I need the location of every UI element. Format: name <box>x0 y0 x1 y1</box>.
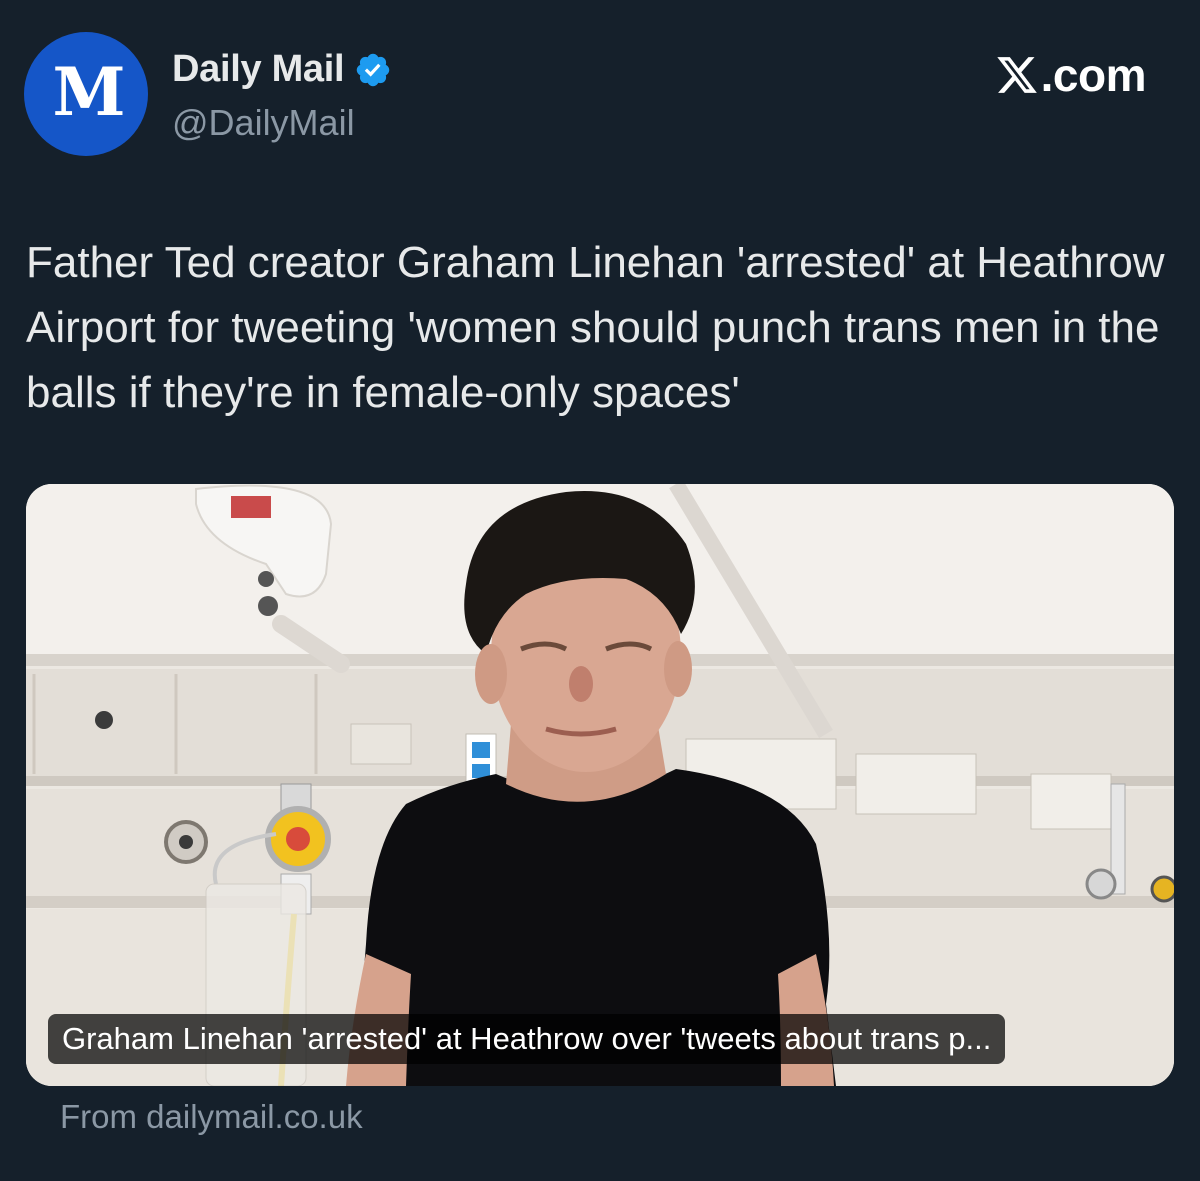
x-logo-icon <box>996 57 1037 93</box>
link-source[interactable]: From dailymail.co.uk <box>60 1098 363 1136</box>
author-name-row: Daily Mail <box>172 48 392 91</box>
daily-mail-logo: M <box>52 53 125 131</box>
article-photo <box>26 484 1174 1086</box>
display-name[interactable]: Daily Mail <box>172 48 345 91</box>
verified-badge-icon <box>357 53 390 86</box>
link-card-caption: Graham Linehan 'arrested' at Heathrow ov… <box>48 1014 1006 1064</box>
author-handle[interactable]: @DailyMail <box>172 102 355 144</box>
link-card[interactable]: Graham Linehan 'arrested' at Heathrow ov… <box>26 484 1174 1086</box>
x-brand: .com <box>995 48 1147 102</box>
avatar[interactable]: M <box>24 32 148 156</box>
x-domain-text: .com <box>1040 49 1147 101</box>
tweet-text: Father Ted creator Graham Linehan 'arres… <box>26 238 1165 417</box>
